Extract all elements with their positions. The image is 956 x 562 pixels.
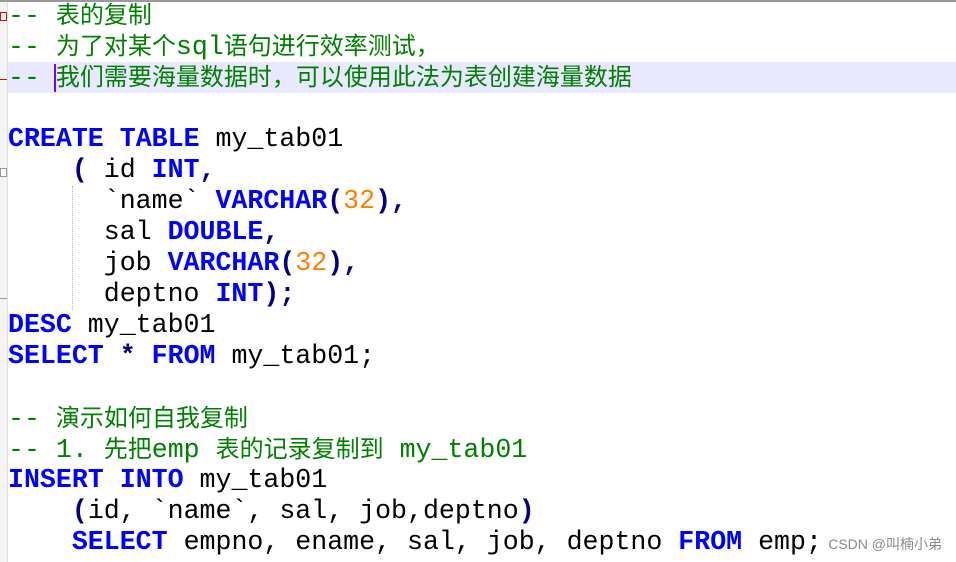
code-line[interactable]: INSERT INTO my_tab01 <box>8 465 956 496</box>
code-line[interactable]: -- 1. 先把emp 表的记录复制到 my_tab01 <box>8 434 956 465</box>
fold-toggle-icon[interactable] <box>0 12 7 21</box>
keyword-token: DESC <box>8 310 72 340</box>
code-line[interactable]: -- 我们需要海量数据时，可以使用此法为表创建海量数据 <box>8 62 956 93</box>
number-token: 32 <box>343 186 376 216</box>
blank-line[interactable] <box>8 93 956 124</box>
code-line[interactable]: ( id INT, <box>8 155 956 186</box>
keyword-token: TABLE <box>119 124 200 154</box>
code-editor[interactable]: -- 表的复制 -- 为了对某个sql语句进行效率测试， -- 我们需要海量数据时，… <box>8 0 956 558</box>
code-line[interactable]: -- 为了对某个sql语句进行效率测试， <box>8 31 956 62</box>
keyword-token: DOUBLE <box>167 217 264 247</box>
code-line[interactable]: CREATE TABLE my_tab01 <box>8 124 956 155</box>
keyword-token: INSERT <box>8 465 104 495</box>
operator-token: ( <box>71 155 88 185</box>
operator-token: ( <box>71 496 88 526</box>
keyword-token: INT <box>215 279 264 309</box>
operator-token: ( <box>327 186 344 216</box>
watermark: CSDN @叫楠小弟 <box>828 534 942 554</box>
code-line[interactable]: `name` VARCHAR(32), <box>8 186 956 217</box>
comment-token: emp <box>151 435 216 465</box>
text-token: my_tab01 <box>199 124 344 154</box>
code-line[interactable]: SELECT empno, ename, sal, job, deptno FR… <box>8 527 956 558</box>
comment-token: -- <box>8 1 56 31</box>
fold-toggle-icon[interactable] <box>0 168 7 177</box>
keyword-token: INTO <box>119 465 184 495</box>
comment-token: 我们需要海量数据时，可以使用此法为表创建海量数据 <box>55 63 632 91</box>
number-token: 32 <box>295 248 328 278</box>
keyword-token: SELECT <box>8 341 104 371</box>
operator-token: ) <box>518 496 535 526</box>
text-token: empno, ename, sal, job, deptno <box>167 527 679 557</box>
comment-token: -- <box>8 404 56 434</box>
code-line[interactable]: job VARCHAR(32), <box>8 248 956 279</box>
text-token: my_tab01; <box>215 341 376 371</box>
code-line[interactable]: SELECT * FROM my_tab01; <box>8 341 956 372</box>
keyword-token: FROM <box>151 341 216 371</box>
text-token: id <box>87 155 152 185</box>
keyword-token: FROM <box>678 527 743 557</box>
fold-end-marker <box>0 298 7 299</box>
operator-token: , <box>263 217 280 247</box>
keyword-token: VARCHAR <box>215 186 328 216</box>
code-line[interactable]: sal DOUBLE, <box>8 217 956 248</box>
comment-token: -- <box>8 63 56 93</box>
comment-token: my_tab01 <box>383 435 528 465</box>
code-line[interactable]: -- 表的复制 <box>8 0 956 31</box>
fold-end-marker <box>0 79 7 80</box>
comment-token: 语句进行效率测试， <box>223 32 440 60</box>
text-token: `name` <box>8 186 216 216</box>
text-token: my_tab01 <box>183 465 328 495</box>
code-line[interactable]: -- 演示如何自我复制 <box>8 403 956 434</box>
keyword-token: SELECT <box>71 527 168 557</box>
comment-token: 表的复制 <box>55 1 152 29</box>
comment-token: 演示如何自我复制 <box>55 404 248 432</box>
comment-token: 为了对某个 <box>55 32 176 60</box>
keyword-token: INT <box>151 155 200 185</box>
keyword-token: VARCHAR <box>167 248 280 278</box>
operator-token: ( <box>279 248 296 278</box>
operator-token: ), <box>375 186 407 216</box>
code-line[interactable]: DESC my_tab01 <box>8 310 956 341</box>
keyword-token: CREATE <box>8 124 104 154</box>
comment-token: sql <box>175 32 224 62</box>
text-token: job <box>8 248 168 278</box>
fold-gutter[interactable] <box>0 2 8 562</box>
code-line[interactable]: deptno INT); <box>8 279 956 310</box>
comment-token: 表的记录复制到 <box>215 435 384 463</box>
operator-token: * <box>119 341 136 371</box>
text-token: deptno <box>8 279 216 309</box>
comment-token: -- <box>8 32 56 62</box>
text-token: emp; <box>742 527 822 557</box>
code-line[interactable]: (id, `name`, sal, job,deptno) <box>8 496 956 527</box>
comment-token: 先把 <box>103 435 152 463</box>
blank-line[interactable] <box>8 372 956 403</box>
text-token: sal <box>8 217 168 247</box>
comment-token: -- 1. <box>8 435 104 465</box>
operator-token: , <box>199 155 216 185</box>
text-token: my_tab01 <box>71 310 216 340</box>
operator-token: ); <box>263 279 296 309</box>
text-token: id, `name`, sal, job,deptno <box>87 496 519 526</box>
operator-token: ), <box>327 248 360 278</box>
